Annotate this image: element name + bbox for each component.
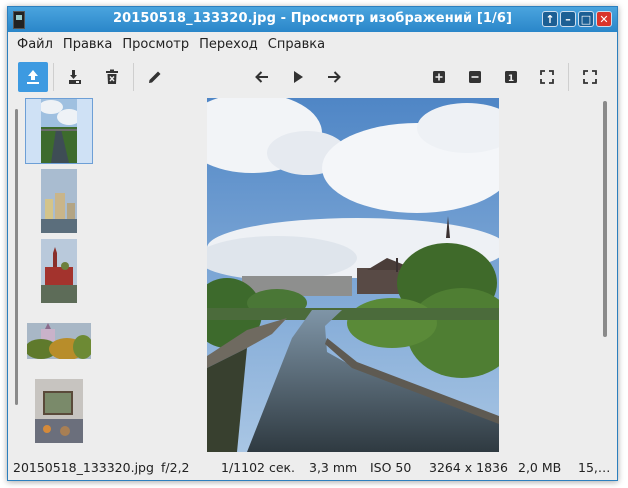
thumbnail-image [41, 239, 77, 303]
toolbar-separator [568, 63, 569, 91]
thumbnail-scrollbar[interactable] [15, 109, 18, 405]
arrow-right-icon [328, 71, 341, 83]
status-dimensions: 3264 x 1836 [429, 460, 508, 475]
thumbnail-image [41, 99, 77, 163]
app-window: 20150518_133320.jpg - Просмотр изображен… [7, 6, 618, 481]
menu-view[interactable]: Просмотр [122, 37, 189, 52]
thumbnail-1[interactable] [25, 98, 93, 164]
menu-bar: Файл Правка Просмотр Переход Справка [8, 32, 617, 56]
thumbnail-4[interactable] [25, 308, 93, 374]
fit-button[interactable] [532, 62, 562, 92]
zoom-out-button[interactable] [460, 62, 490, 92]
fullscreen-button[interactable] [575, 62, 605, 92]
status-bar: 20150518_133320.jpg f/2,2 1/1102 сек. 3,… [8, 452, 617, 480]
upload-button[interactable] [18, 62, 48, 92]
svg-text:1: 1 [508, 74, 514, 84]
thumbnail-5[interactable] [25, 378, 93, 444]
upload-icon [27, 70, 39, 84]
zoom-in-button[interactable] [424, 62, 454, 92]
thumbnail-3[interactable] [25, 238, 93, 304]
actual-size-icon: 1 [505, 71, 517, 84]
window-title: 20150518_133320.jpg - Просмотр изображен… [112, 11, 513, 26]
window-maximize-button[interactable]: □ [578, 11, 594, 27]
save-button[interactable] [60, 62, 90, 92]
edit-button[interactable] [140, 62, 170, 92]
menu-help[interactable]: Справка [268, 37, 325, 52]
trash-icon [106, 69, 118, 84]
main-photo [207, 98, 499, 452]
thumbnail-image [41, 169, 77, 233]
status-extra: 15,… [578, 460, 611, 475]
thumbnail-image [27, 323, 91, 359]
zoom-in-icon [433, 71, 445, 83]
menu-file[interactable]: Файл [17, 37, 53, 52]
delete-button[interactable] [97, 62, 127, 92]
arrow-left-icon [255, 71, 268, 83]
title-bar[interactable]: 20150518_133320.jpg - Просмотр изображен… [8, 7, 617, 32]
play-icon [294, 71, 303, 83]
window-up-button[interactable]: ↑ [542, 11, 558, 27]
toolbar-separator [53, 63, 54, 91]
status-focal: 3,3 mm [309, 460, 358, 475]
viewer-scrollbar[interactable] [603, 101, 607, 337]
status-shutter: 1/1102 сек. [221, 460, 296, 475]
image-viewer[interactable] [108, 97, 604, 453]
window-close-button[interactable]: ✕ [596, 11, 612, 27]
thumbnail-image [35, 379, 83, 443]
status-aperture: f/2,2 [161, 460, 190, 475]
window-minimize-button[interactable]: – [560, 11, 576, 27]
menu-edit[interactable]: Правка [63, 37, 112, 52]
fullscreen-icon [583, 70, 597, 84]
pencil-icon [149, 71, 161, 83]
fit-icon [540, 70, 554, 84]
actual-size-button[interactable]: 1 [496, 62, 526, 92]
status-size: 2,0 MB [518, 460, 562, 475]
status-iso: ISO 50 [370, 460, 412, 475]
toolbar-separator [133, 63, 134, 91]
thumbnail-2[interactable] [25, 168, 93, 234]
play-button[interactable] [283, 62, 313, 92]
save-icon [69, 70, 81, 84]
next-button[interactable] [319, 62, 349, 92]
zoom-out-icon [469, 71, 481, 83]
thumbnail-panel [8, 97, 108, 453]
menu-go[interactable]: Переход [199, 37, 258, 52]
previous-button[interactable] [247, 62, 277, 92]
toolbar: 1 [8, 57, 617, 97]
status-filename: 20150518_133320.jpg [13, 460, 154, 475]
